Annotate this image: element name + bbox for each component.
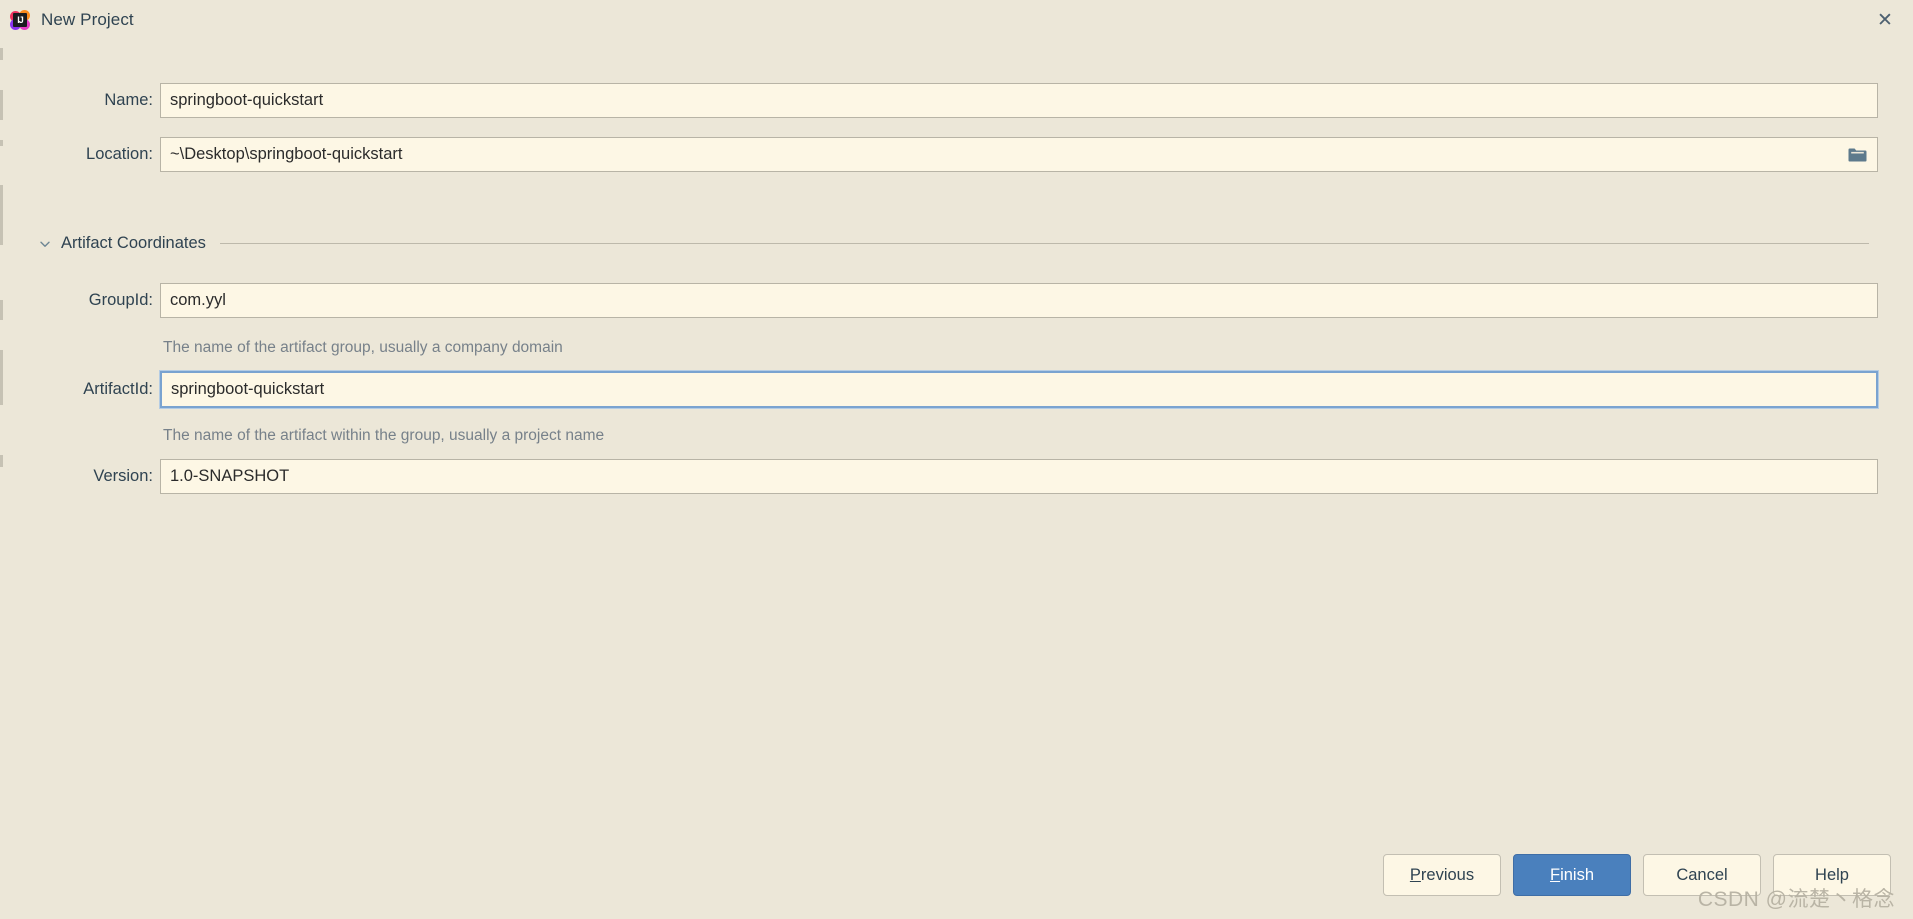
section-divider: [219, 243, 1869, 244]
name-input[interactable]: springboot-quickstart: [160, 83, 1878, 118]
row-name: Name: springboot-quickstart: [0, 83, 1913, 118]
location-input-value: ~\Desktop\springboot-quickstart: [170, 145, 403, 163]
help-button-label: Help: [1815, 865, 1849, 884]
previous-button-label: revious: [1420, 865, 1475, 884]
row-artifact-id: ArtifactId: springboot-quickstart: [0, 370, 1913, 409]
artifact-id-input-value: springboot-quickstart: [171, 380, 325, 398]
chevron-down-icon[interactable]: [38, 237, 52, 251]
new-project-dialog: IJ New Project ✕ Name: springboot-quicks…: [0, 0, 1913, 919]
group-id-label: GroupId:: [88, 291, 153, 309]
previous-button-mnemonic: P: [1409, 865, 1421, 884]
help-button[interactable]: Help: [1773, 854, 1891, 896]
location-label: Location:: [86, 145, 153, 163]
artifact-coordinates-title: Artifact Coordinates: [61, 234, 206, 252]
name-input-value: springboot-quickstart: [170, 91, 324, 109]
name-label: Name:: [104, 91, 153, 109]
cancel-button-label: Cancel: [1676, 865, 1728, 884]
group-id-input-value: com.yyl: [170, 291, 226, 309]
folder-icon[interactable]: [1848, 147, 1867, 162]
version-label: Version:: [93, 467, 153, 485]
cancel-button[interactable]: Cancel: [1643, 854, 1761, 896]
row-group-id: GroupId: com.yyl: [0, 283, 1913, 318]
group-id-hint: The name of the artifact group, usually …: [163, 339, 563, 356]
row-version: Version: 1.0-SNAPSHOT: [0, 459, 1913, 494]
group-id-input[interactable]: com.yyl: [160, 283, 1878, 318]
intellij-idea-icon: IJ: [10, 10, 30, 30]
location-input[interactable]: ~\Desktop\springboot-quickstart: [160, 137, 1878, 172]
finish-button-mnemonic: F: [1549, 865, 1561, 884]
window-title: New Project: [41, 10, 134, 29]
artifact-coordinates-section-header[interactable]: Artifact Coordinates: [0, 234, 1913, 253]
form-body: Name: springboot-quickstart Location: ~\…: [0, 40, 1913, 919]
artifact-id-input[interactable]: springboot-quickstart: [159, 370, 1879, 409]
version-input-value: 1.0-SNAPSHOT: [170, 467, 290, 485]
version-input[interactable]: 1.0-SNAPSHOT: [160, 459, 1878, 494]
dialog-footer: Previous Finish Cancel Help: [0, 831, 1913, 919]
title-bar: IJ New Project ✕: [0, 0, 1913, 40]
close-icon[interactable]: ✕: [1857, 0, 1913, 40]
previous-button[interactable]: Previous: [1383, 854, 1501, 896]
finish-button[interactable]: Finish: [1513, 854, 1631, 896]
artifact-id-label: ArtifactId:: [83, 380, 153, 398]
finish-button-label: inish: [1560, 865, 1595, 884]
row-location: Location: ~\Desktop\springboot-quickstar…: [0, 137, 1913, 172]
artifact-id-hint: The name of the artifact within the grou…: [163, 427, 605, 444]
